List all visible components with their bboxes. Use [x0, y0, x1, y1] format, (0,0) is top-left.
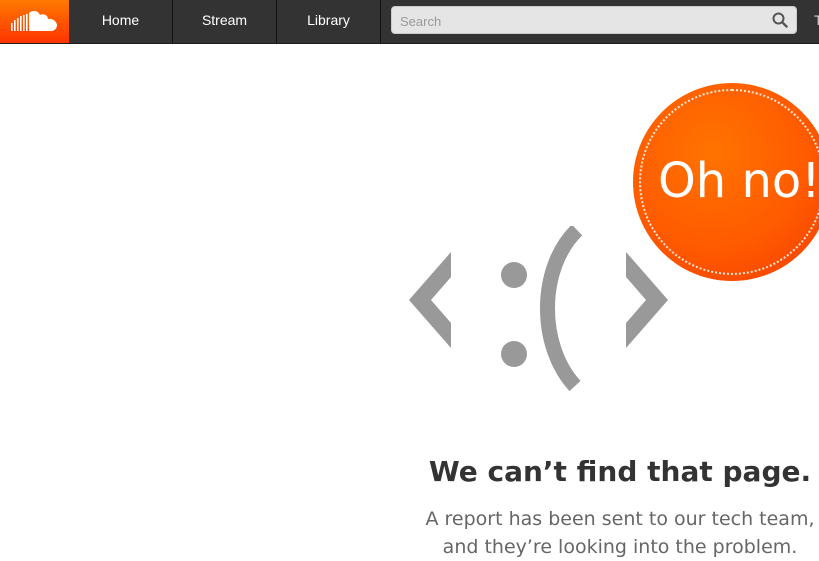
search-bar	[391, 6, 797, 34]
oh-no-badge: Oh no!	[633, 83, 819, 281]
nav-home-link[interactable]: Home	[69, 0, 173, 43]
search-input[interactable]	[398, 10, 762, 32]
soundcloud-cloud-icon	[11, 10, 57, 31]
error-message: A report has been sent to our tech team,…	[420, 505, 819, 561]
error-message-line-1: A report has been sent to our tech team,	[425, 508, 815, 530]
badge-text: Oh no!	[658, 153, 819, 209]
search-icon[interactable]	[772, 12, 788, 28]
soundcloud-logo[interactable]	[0, 0, 69, 43]
error-message-line-2: and they’re looking into the problem.	[442, 536, 798, 558]
nav-library-link[interactable]: Library	[277, 0, 381, 43]
truncated-nav-item[interactable]: T	[814, 12, 819, 28]
error-title: We can’t find that page.	[428, 455, 812, 488]
sad-face-code-icon	[409, 226, 668, 391]
nav-stream-link[interactable]: Stream	[173, 0, 277, 43]
top-navigation-bar: Home Stream Library T	[0, 0, 819, 44]
